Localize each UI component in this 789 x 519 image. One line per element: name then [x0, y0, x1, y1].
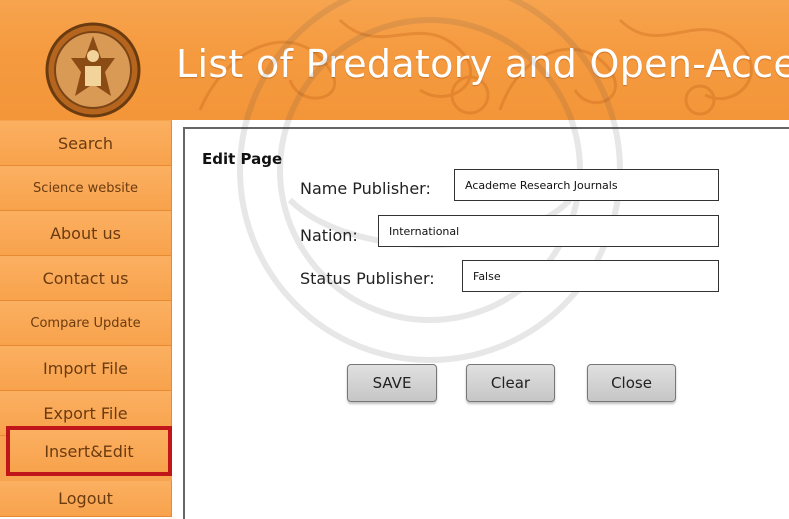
sidebar-item-contact-us[interactable]: Contact us [0, 256, 172, 301]
name-publisher-field[interactable]: Academe Research Journals [454, 169, 719, 201]
page-header: List of Predatory and Open-Access [0, 0, 789, 120]
status-publisher-label: Status Publisher: [300, 269, 435, 288]
site-title: List of Predatory and Open-Access [176, 42, 789, 86]
sidebar-item-insert-edit[interactable]: Insert&Edit [6, 426, 172, 476]
clear-button[interactable]: Clear [466, 364, 555, 402]
sidebar-item-about-us[interactable]: About us [0, 211, 172, 256]
status-publisher-field[interactable]: False [462, 260, 719, 292]
sidebar-item-science-website[interactable]: Science website [0, 166, 172, 211]
name-publisher-label: Name Publisher: [300, 179, 431, 198]
page-title: Edit Page [202, 150, 283, 168]
university-seal-icon [45, 22, 141, 118]
nation-label: Nation: [300, 226, 358, 245]
sidebar-item-import-file[interactable]: Import File [0, 346, 172, 391]
save-button[interactable]: SAVE [347, 364, 437, 402]
nation-field[interactable]: International [378, 215, 719, 247]
close-button[interactable]: Close [587, 364, 676, 402]
sidebar-item-compare-update[interactable]: Compare Update [0, 301, 172, 346]
sidebar-item-search[interactable]: Search [0, 121, 172, 166]
sidebar-nav: Search Science website About us Contact … [0, 120, 172, 517]
sidebar-item-logout[interactable]: Logout [0, 481, 172, 517]
